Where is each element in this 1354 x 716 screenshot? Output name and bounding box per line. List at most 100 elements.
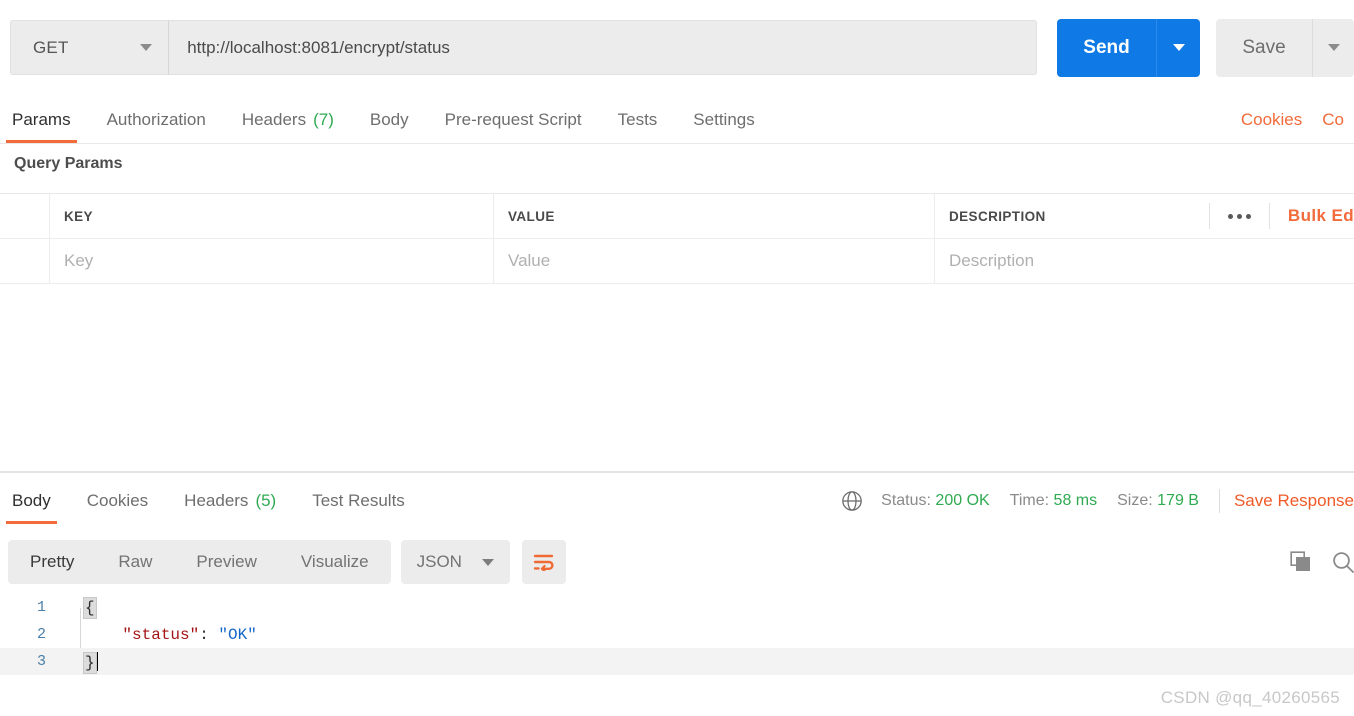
tab-headers[interactable]: Headers (7) xyxy=(224,96,352,143)
response-tab-test-results[interactable]: Test Results xyxy=(294,477,423,524)
time-label: Time: xyxy=(1009,491,1050,509)
globe-icon xyxy=(842,490,862,511)
request-url-input[interactable]: http://localhost:8081/encrypt/status xyxy=(169,20,1037,75)
send-options-button[interactable] xyxy=(1156,18,1200,77)
postman-window: GET http://localhost:8081/encrypt/status… xyxy=(0,0,1354,716)
column-header-key: KEY xyxy=(50,194,494,238)
response-tabs: Body Cookies Headers (5) Test Results St… xyxy=(0,477,1354,525)
query-params-title: Query Params xyxy=(14,155,123,172)
copy-icon[interactable] xyxy=(1290,551,1312,573)
tab-authorization[interactable]: Authorization xyxy=(89,96,224,143)
tab-label: Tests xyxy=(617,109,658,129)
size-badge: Size: 179 B xyxy=(1117,492,1199,510)
tab-body[interactable]: Body xyxy=(352,96,427,143)
view-mode-group: Pretty Raw Preview Visualize xyxy=(8,540,391,584)
code-link[interactable]: Co xyxy=(1312,110,1354,130)
column-header-description: DESCRIPTION Bulk Ed xyxy=(935,194,1354,238)
word-wrap-icon xyxy=(533,554,554,571)
code-content: { xyxy=(58,596,97,619)
response-pane-divider[interactable] xyxy=(0,471,1354,473)
response-tab-body[interactable]: Body xyxy=(0,477,69,524)
table-header-row: KEY VALUE DESCRIPTION Bulk Ed xyxy=(0,194,1354,239)
time-badge: Time: 58 ms xyxy=(1010,492,1097,510)
code-line: 3 } xyxy=(0,648,1354,675)
response-format-select[interactable]: JSON xyxy=(400,540,510,584)
cookies-link[interactable]: Cookies xyxy=(1231,110,1312,130)
json-key: "status" xyxy=(122,625,200,644)
status-value: 200 OK xyxy=(935,491,990,509)
json-open-brace: { xyxy=(83,596,97,619)
text-cursor xyxy=(95,651,98,671)
json-value: "OK" xyxy=(218,625,257,644)
request-tabs: Params Authorization Headers (7) Body Pr… xyxy=(0,96,1354,144)
param-value-input[interactable]: Value xyxy=(494,239,935,283)
tab-params[interactable]: Params xyxy=(0,96,89,143)
line-number: 2 xyxy=(36,626,46,643)
http-method-select[interactable]: GET xyxy=(10,20,170,75)
tab-settings[interactable]: Settings xyxy=(675,96,772,143)
tab-pre-request-script[interactable]: Pre-request Script xyxy=(427,96,600,143)
save-button-group: Save xyxy=(1216,18,1354,77)
json-colon: : xyxy=(199,625,219,644)
column-header-value: VALUE xyxy=(494,194,935,238)
column-header-checkbox xyxy=(0,194,50,238)
chevron-down-icon xyxy=(140,44,153,51)
tab-label: Cookies xyxy=(86,490,149,510)
tab-label: Headers xyxy=(184,490,249,510)
size-value: 179 B xyxy=(1157,491,1199,509)
table-actions: Bulk Ed xyxy=(1208,194,1354,238)
watermark: CSDN @qq_40260565 xyxy=(1160,688,1340,707)
send-button[interactable]: Send xyxy=(1056,18,1157,77)
ellipsis-icon[interactable] xyxy=(1208,203,1269,229)
query-params-table: KEY VALUE DESCRIPTION Bulk Ed Key Value … xyxy=(0,193,1354,284)
tab-count-badge: (7) xyxy=(313,109,334,129)
view-mode-visualize[interactable]: Visualize xyxy=(279,540,391,584)
send-button-group: Send xyxy=(1056,18,1200,77)
param-key-input[interactable]: Key xyxy=(50,239,494,283)
tab-label: Authorization xyxy=(106,109,206,129)
line-number: 3 xyxy=(36,653,46,670)
response-tab-cookies[interactable]: Cookies xyxy=(69,477,166,524)
line-number: 1 xyxy=(36,599,46,616)
response-format-label: JSON xyxy=(416,552,462,571)
request-url-bar: GET http://localhost:8081/encrypt/status… xyxy=(0,0,1354,95)
tab-tests[interactable]: Tests xyxy=(600,96,676,143)
status-badge: Status: 200 OK xyxy=(881,492,990,510)
response-body-code[interactable]: 1 { 2 "status": "OK" 3 } xyxy=(0,594,1354,686)
response-tab-headers[interactable]: Headers (5) xyxy=(166,477,294,524)
tab-count-badge: (5) xyxy=(255,490,277,510)
json-close-brace: } xyxy=(83,651,97,674)
size-label: Size: xyxy=(1117,491,1153,509)
tab-label: Body xyxy=(369,109,409,129)
dot xyxy=(1227,213,1233,219)
tab-label: Params xyxy=(12,109,71,129)
bulk-edit-button[interactable]: Bulk Ed xyxy=(1268,203,1354,229)
view-mode-raw[interactable]: Raw xyxy=(96,540,174,584)
save-button[interactable]: Save xyxy=(1216,18,1312,77)
row-checkbox[interactable] xyxy=(0,239,50,283)
view-mode-pretty[interactable]: Pretty xyxy=(8,540,96,584)
request-tabs-actions: Cookies Co xyxy=(1231,96,1354,143)
tab-label: Headers xyxy=(241,109,307,129)
code-content: } xyxy=(58,651,98,674)
chevron-down-icon xyxy=(1327,44,1340,51)
tab-label: Pre-request Script xyxy=(444,109,582,129)
save-response-button[interactable]: Save Response xyxy=(1234,491,1354,511)
status-label: Status: xyxy=(881,491,931,509)
tab-label: Test Results xyxy=(312,490,405,510)
code-line: 2 "status": "OK" xyxy=(0,621,1354,648)
code-content: "status": "OK" xyxy=(58,625,257,644)
param-description-input[interactable]: Description xyxy=(935,239,1354,283)
viewer-actions xyxy=(1290,551,1354,573)
response-viewer-toolbar: Pretty Raw Preview Visualize JSON xyxy=(0,538,1354,586)
table-row: Key Value Description xyxy=(0,239,1354,284)
save-options-button[interactable] xyxy=(1312,18,1354,77)
divider xyxy=(1218,488,1220,513)
word-wrap-toggle[interactable] xyxy=(521,540,566,584)
code-line: 1 { xyxy=(0,594,1354,621)
dot xyxy=(1236,213,1242,219)
response-meta-bar: Status: 200 OK Time: 58 ms Size: 179 B S… xyxy=(841,477,1354,524)
search-icon[interactable] xyxy=(1332,551,1354,573)
view-mode-preview[interactable]: Preview xyxy=(174,540,278,584)
column-header-description-label: DESCRIPTION xyxy=(949,208,1046,224)
